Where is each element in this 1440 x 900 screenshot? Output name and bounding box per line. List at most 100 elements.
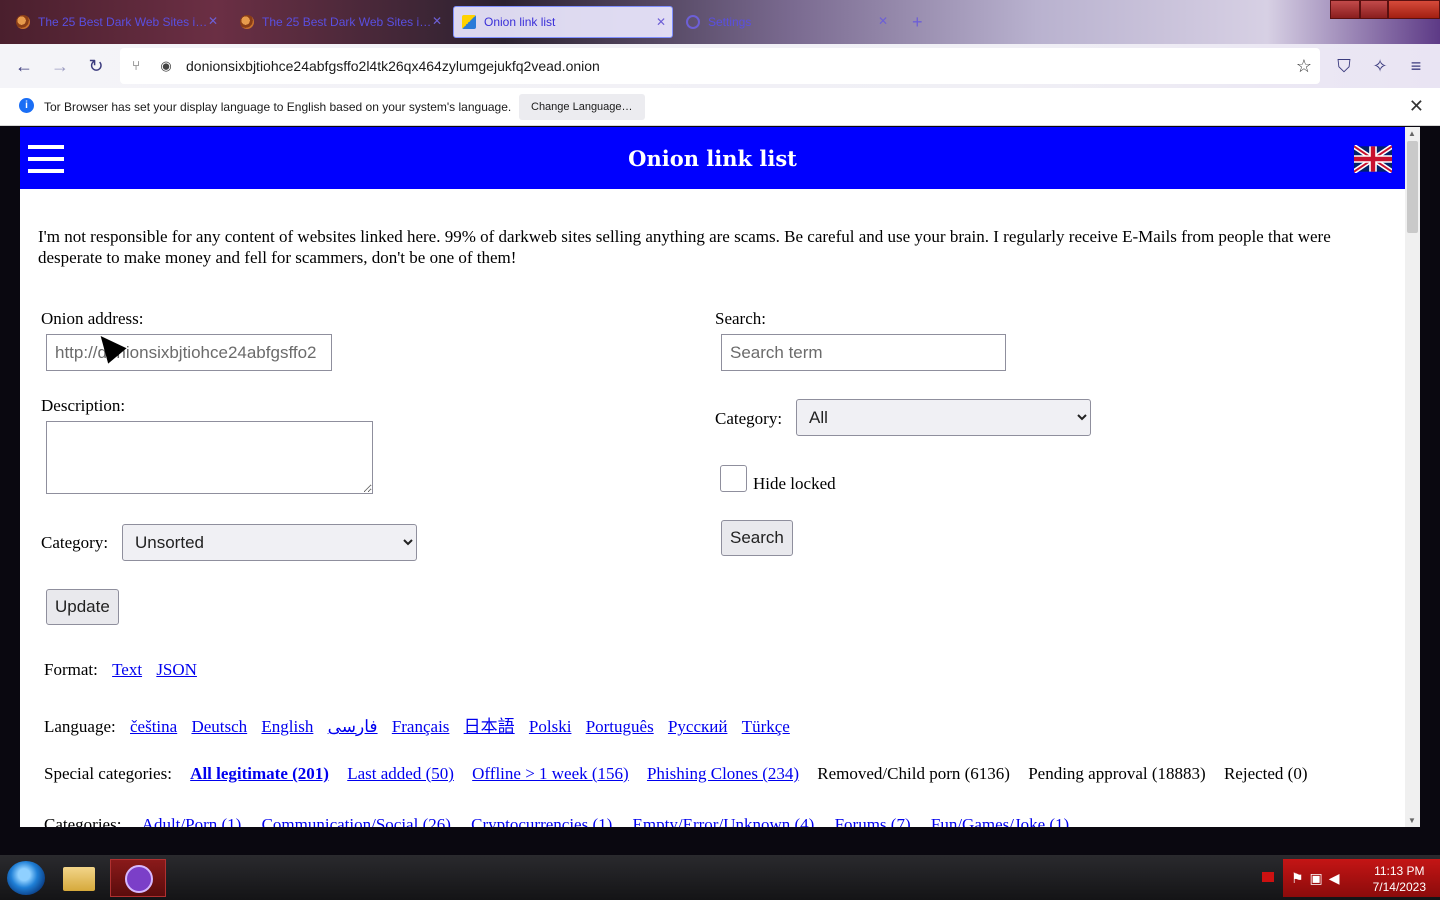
categories-label: Categories: xyxy=(44,815,122,827)
taskbar: ⚑▣◀ 11:13 PM 7/14/2023 xyxy=(0,855,1440,900)
site-header: Onion link list xyxy=(20,127,1405,189)
categories-row: Categories: Adult/Porn (1) Communication… xyxy=(44,815,1069,827)
language-link-fr[interactable]: Français xyxy=(392,717,450,736)
category-link[interactable]: Empty/Error/Unknown (4) xyxy=(633,815,815,827)
format-link-text[interactable]: Text xyxy=(112,660,142,679)
page-scrollbar[interactable]: ▲ ▼ xyxy=(1405,127,1420,827)
category-link[interactable]: Adult/Porn (1) xyxy=(142,815,242,827)
notification-text: Tor Browser has set your display languag… xyxy=(44,100,512,114)
update-button[interactable]: Update xyxy=(46,589,119,625)
format-row: Format: Text JSON xyxy=(44,660,197,680)
close-icon[interactable]: ✕ xyxy=(878,14,888,28)
language-link-ru[interactable]: Русский xyxy=(668,717,728,736)
gear-icon xyxy=(686,15,700,29)
category-link[interactable]: Fun/Games/Joke (1) xyxy=(931,815,1069,827)
uk-flag-icon[interactable] xyxy=(1354,145,1392,173)
tab-label: The 25 Best Dark Web Sites in 2023 xyxy=(262,15,437,29)
circuit-icon[interactable]: ⑂ xyxy=(128,58,144,74)
tab-strip: The 25 Best Dark Web Sites in 2023 ✕ The… xyxy=(0,0,1440,44)
shield-icon[interactable]: ⛉ xyxy=(1332,54,1356,78)
scrollbar-thumb[interactable] xyxy=(1407,141,1418,233)
category-link[interactable]: Forums (7) xyxy=(835,815,911,827)
tab-settings[interactable]: Settings ✕ xyxy=(678,6,894,38)
special-link-offline[interactable]: Offline > 1 week (156) xyxy=(472,764,629,783)
language-link-pl[interactable]: Polski xyxy=(529,717,572,736)
tor-icon xyxy=(125,865,153,893)
tab-dark-web-2[interactable]: The 25 Best Dark Web Sites in 2023 ✕ xyxy=(232,6,448,38)
special-removed-text: Removed/Child porn (6136) xyxy=(817,764,1010,783)
language-link-ja[interactable]: 日本語 xyxy=(464,717,515,736)
search-category-select[interactable]: All xyxy=(796,399,1091,436)
language-link-cs[interactable]: čeština xyxy=(130,717,177,736)
onion-icon xyxy=(240,15,254,29)
description-label: Description: xyxy=(41,396,126,415)
tor-browser-taskbar-button[interactable] xyxy=(110,859,166,897)
description-textarea[interactable] xyxy=(46,421,373,494)
special-link-all-legitimate[interactable]: All legitimate (201) xyxy=(190,764,329,783)
menu-icon[interactable]: ≡ xyxy=(1404,54,1428,78)
onion-address-input[interactable] xyxy=(46,334,332,371)
tab-label: Onion link list xyxy=(484,15,556,29)
navigation-toolbar: ← → ↻ ⑂ ◉ donionsixbjtiohce24abfgsffo2l4… xyxy=(0,44,1440,88)
search-category-label: Category: xyxy=(715,409,783,428)
forward-arrow-icon[interactable]: → xyxy=(48,54,72,78)
minimize-button[interactable] xyxy=(1330,0,1360,19)
clock[interactable]: 11:13 PM 7/14/2023 xyxy=(1373,863,1426,895)
info-icon: i xyxy=(19,98,34,113)
close-icon[interactable]: ✕ xyxy=(656,15,666,29)
tray-icons[interactable]: ⚑▣◀ xyxy=(1291,870,1346,887)
system-tray: ⚑▣◀ 11:13 PM 7/14/2023 xyxy=(1283,859,1440,897)
page-title: Onion link list xyxy=(628,146,797,171)
language-label: Language: xyxy=(44,717,116,736)
maximize-button[interactable] xyxy=(1360,0,1388,19)
disclaimer-text: I'm not responsible for any content of w… xyxy=(38,227,1331,267)
hide-locked-checkbox[interactable] xyxy=(720,465,747,492)
close-icon[interactable]: ✕ xyxy=(432,14,442,28)
notification-flag-icon[interactable] xyxy=(1262,872,1274,882)
scroll-up-icon[interactable]: ▲ xyxy=(1408,129,1416,138)
format-label: Format: xyxy=(44,660,98,679)
language-link-fa[interactable]: فارسی xyxy=(328,717,378,736)
window-controls xyxy=(1330,0,1440,19)
search-label: Search: xyxy=(715,309,766,328)
clock-date: 7/14/2023 xyxy=(1372,880,1426,894)
onion-address-label: Onion address: xyxy=(41,309,144,328)
new-tab-button[interactable]: + xyxy=(912,12,923,33)
language-link-de[interactable]: Deutsch xyxy=(191,717,247,736)
file-explorer-button[interactable] xyxy=(57,859,101,897)
tab-onion-link-list[interactable]: Onion link list ✕ xyxy=(453,6,673,38)
language-link-tr[interactable]: Türkçe xyxy=(742,717,790,736)
bookmark-star-icon[interactable]: ☆ xyxy=(1296,56,1312,77)
search-button[interactable]: Search xyxy=(721,520,793,556)
language-link-pt[interactable]: Português xyxy=(586,717,654,736)
close-icon[interactable]: ✕ xyxy=(1409,96,1424,117)
language-link-en[interactable]: English xyxy=(261,717,313,736)
tab-label: Settings xyxy=(708,15,752,29)
reload-icon[interactable]: ↻ xyxy=(84,54,108,78)
onion-icon xyxy=(16,15,30,29)
special-link-last-added[interactable]: Last added (50) xyxy=(347,764,454,783)
close-icon[interactable]: ✕ xyxy=(208,14,218,28)
tab-label: The 25 Best Dark Web Sites in 2023 xyxy=(38,15,213,29)
start-button[interactable] xyxy=(7,861,45,895)
site-favicon-icon xyxy=(462,15,476,29)
onion-site-icon[interactable]: ◉ xyxy=(158,58,174,74)
category-link[interactable]: Communication/Social (26) xyxy=(262,815,451,827)
window-close-button[interactable] xyxy=(1388,0,1440,19)
page-viewport: Onion link list I'm not responsible for … xyxy=(20,127,1405,827)
change-language-button[interactable]: Change Language… xyxy=(519,94,645,120)
submit-category-select[interactable]: Unsorted xyxy=(122,524,417,561)
address-bar[interactable]: ⑂ ◉ donionsixbjtiohce24abfgsffo2l4tk26qx… xyxy=(120,48,1320,84)
scroll-down-icon[interactable]: ▼ xyxy=(1408,816,1416,825)
format-link-json[interactable]: JSON xyxy=(156,660,197,679)
category-link[interactable]: Cryptocurrencies (1) xyxy=(471,815,612,827)
tab-dark-web-1[interactable]: The 25 Best Dark Web Sites in 2023 ✕ xyxy=(8,6,224,38)
special-categories-label: Special categories: xyxy=(44,764,172,783)
special-link-phishing[interactable]: Phishing Clones (234) xyxy=(647,764,799,783)
back-arrow-icon[interactable]: ← xyxy=(12,54,36,78)
special-rejected-text: Rejected (0) xyxy=(1223,764,1308,783)
language-row: Language: čeština Deutsch English فارسی … xyxy=(44,712,790,737)
new-identity-icon[interactable]: ✧ xyxy=(1368,54,1392,78)
url-text[interactable]: donionsixbjtiohce24abfgsffo2l4tk26qx464z… xyxy=(186,58,600,74)
search-input[interactable] xyxy=(721,334,1006,371)
